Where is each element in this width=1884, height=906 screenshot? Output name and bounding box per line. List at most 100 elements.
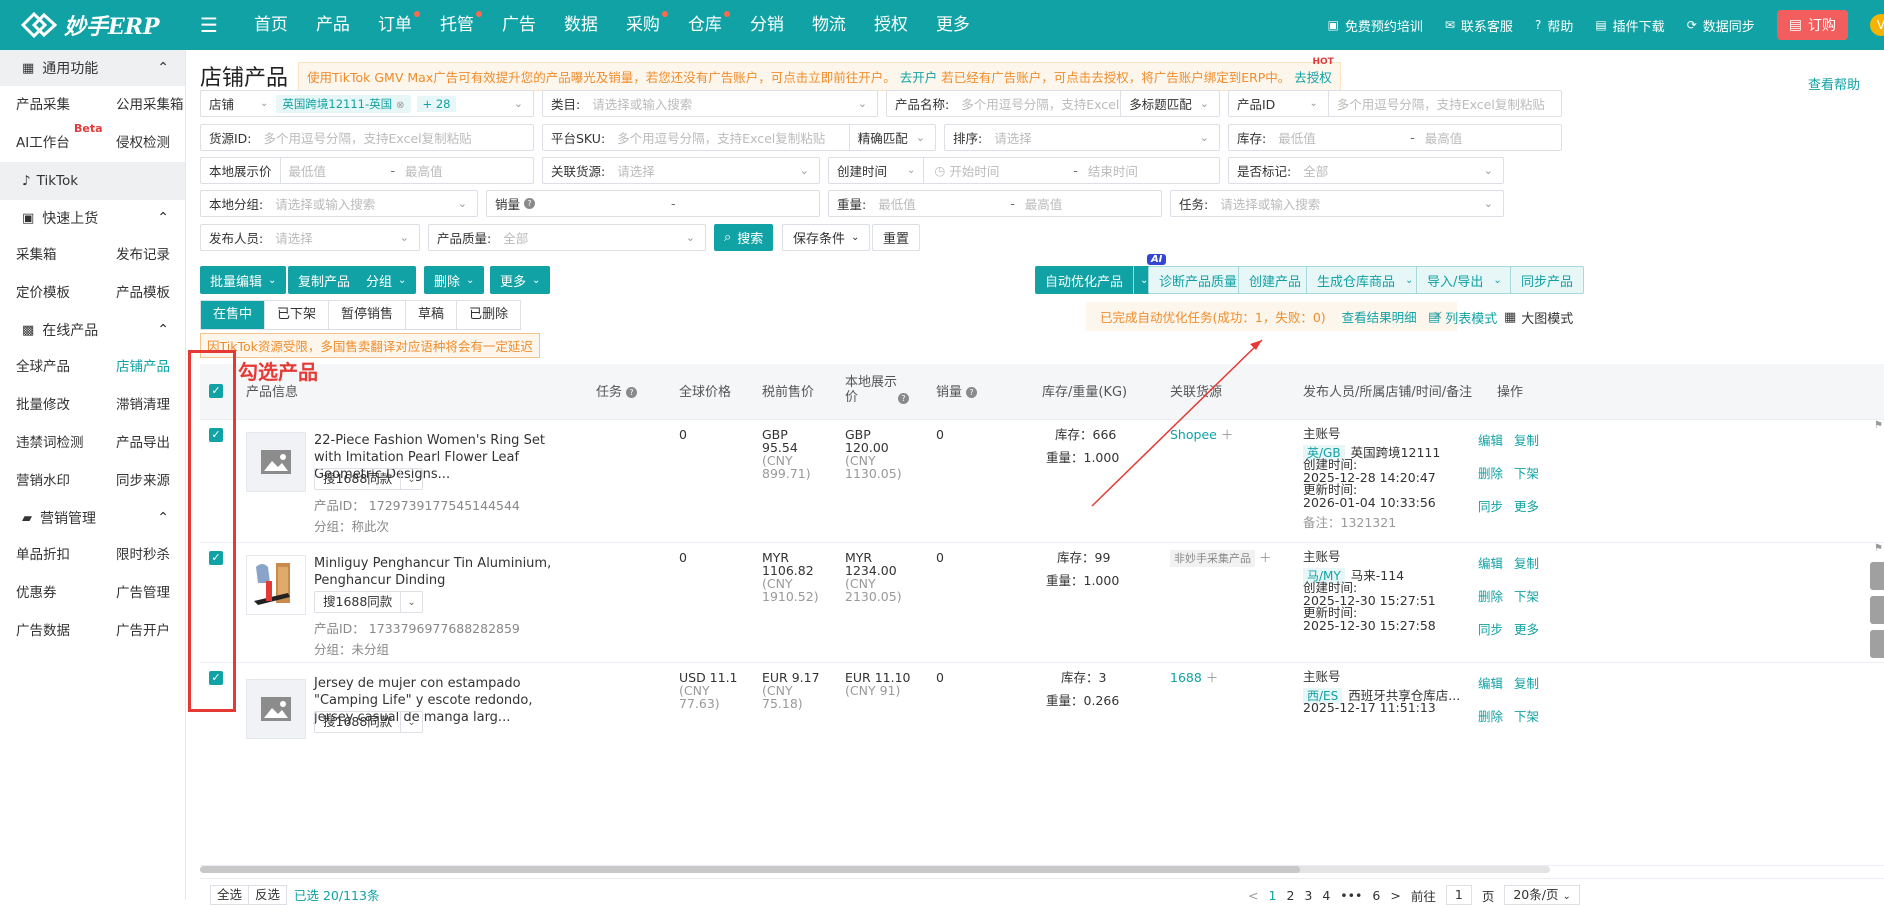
more-button[interactable]: 更多: [1514, 619, 1550, 638]
sidebar-item-ai[interactable]: AI工作台Beta: [16, 124, 116, 162]
nav-auth[interactable]: 授权: [860, 0, 922, 50]
reset-button[interactable]: 重置: [872, 224, 920, 251]
sidebar-item-infringement[interactable]: 侵权检测: [116, 124, 202, 162]
group-button[interactable]: 分组⌄: [356, 266, 416, 294]
open-account-link[interactable]: 去开户: [900, 70, 938, 85]
source-link[interactable]: Shopee ＋: [1170, 428, 1233, 441]
generate-warehouse-button[interactable]: 生成仓库商品⌄: [1306, 266, 1424, 294]
sales-filter[interactable]: 销量?-: [486, 190, 820, 217]
created-time-filter[interactable]: 创建时间⌄ ◷开始时间-结束时间: [828, 157, 1220, 184]
search-1688-button[interactable]: 搜1688同款⌄: [314, 591, 423, 613]
sidebar-section-online[interactable]: ▩在线产品 ⌃: [0, 312, 185, 348]
tab-draft[interactable]: 草稿: [406, 301, 457, 329]
sidebar-item-coupon[interactable]: 优惠券: [16, 574, 116, 612]
create-product-button[interactable]: 创建产品: [1238, 266, 1312, 294]
nav-logistics[interactable]: 物流: [798, 0, 860, 50]
exact-match-select[interactable]: 精确匹配: [850, 128, 916, 147]
nav-warehouse[interactable]: 仓库: [674, 0, 736, 50]
tab-deleted[interactable]: 已删除: [457, 301, 520, 329]
sidebar-item-batch-edit[interactable]: 批量修改: [16, 386, 116, 424]
shop-filter[interactable]: 店铺⌄ 英国跨境12111-英国⊗ + 28 ⌄: [200, 90, 534, 117]
training-link[interactable]: ▣免费预约培训: [1328, 16, 1423, 35]
side-tool-tab[interactable]: [1870, 562, 1884, 590]
sidebar-item-ad-data[interactable]: 广告数据: [16, 612, 116, 650]
sidebar-item-price-template[interactable]: 定价模板: [16, 274, 116, 312]
more-actions-button[interactable]: 更多⌄: [490, 266, 550, 294]
sidebar-item-watermark[interactable]: 营销水印: [16, 462, 116, 500]
menu-toggle-icon[interactable]: ☰: [200, 13, 218, 37]
match-mode-select[interactable]: 多标题匹配: [1121, 94, 1200, 113]
sync-button[interactable]: 同步: [1478, 496, 1514, 515]
platform-sku-filter[interactable]: 平台SKU:多个用逗号分隔，支持Excel复制粘贴 精确匹配⌄: [542, 124, 936, 151]
nav-hosting[interactable]: 托管: [426, 0, 488, 50]
close-icon[interactable]: ⊗: [396, 100, 404, 111]
page-jump-input[interactable]: 1: [1446, 885, 1472, 905]
add-icon[interactable]: ＋: [1206, 670, 1219, 685]
copy-button[interactable]: 复制: [1514, 673, 1550, 692]
copy-button[interactable]: 复制: [1514, 553, 1550, 572]
delete-button[interactable]: 删除: [1478, 463, 1514, 482]
sync-product-button[interactable]: 同步产品: [1510, 266, 1584, 294]
publisher-filter[interactable]: 发布人员:请选择⌄: [200, 224, 420, 251]
large-mode-toggle[interactable]: ▦大图模式: [1504, 308, 1573, 327]
sidebar-section-quick[interactable]: ▣快速上货 ⌃: [0, 200, 185, 236]
sidebar-item-global-products[interactable]: 全球产品: [16, 348, 116, 386]
page-size-select[interactable]: 20条/页 ⌄: [1504, 885, 1580, 905]
scrollbar-thumb[interactable]: [200, 866, 1300, 873]
copy-button[interactable]: 复制: [1514, 430, 1550, 449]
invert-selection-button[interactable]: 反选: [248, 885, 287, 905]
marked-filter[interactable]: 是否标记:全部⌄: [1228, 157, 1504, 184]
sidebar-platform-tiktok[interactable]: ♪TikTok: [0, 162, 185, 200]
search-1688-button[interactable]: 搜1688同款⌄: [314, 468, 423, 490]
tab-on-sale[interactable]: 在售中: [201, 301, 265, 329]
next-page-button[interactable]: >: [1390, 888, 1400, 903]
unlist-button[interactable]: 下架: [1514, 706, 1550, 725]
prev-page-button[interactable]: <: [1248, 888, 1258, 903]
source-link[interactable]: 1688 ＋: [1170, 671, 1218, 684]
search-button[interactable]: ⌕搜索: [714, 224, 773, 251]
page-4[interactable]: 4: [1322, 888, 1330, 903]
stock-range-filter[interactable]: 库存:最低值-最高值: [1228, 124, 1562, 151]
page-3[interactable]: 3: [1304, 888, 1312, 903]
view-help-link[interactable]: 查看帮助: [1808, 74, 1860, 93]
weight-filter[interactable]: 重量:最低值-最高值: [828, 190, 1162, 217]
unlist-button[interactable]: 下架: [1514, 463, 1550, 482]
task-filter[interactable]: 任务:请选择或输入搜索⌄: [1170, 190, 1504, 217]
source-id-filter[interactable]: 货源ID:多个用逗号分隔，支持Excel复制粘贴: [200, 124, 534, 151]
add-icon[interactable]: ＋: [1259, 550, 1272, 565]
service-link[interactable]: ✉联系客服: [1445, 16, 1513, 35]
sidebar-item-collect-box[interactable]: 采集箱: [16, 236, 116, 274]
side-tool-tab[interactable]: [1870, 630, 1884, 658]
sidebar-section-marketing[interactable]: ▰营销管理 ⌃: [0, 500, 185, 536]
sidebar-item-discount[interactable]: 单品折扣: [16, 536, 116, 574]
page-2[interactable]: 2: [1286, 888, 1294, 903]
nav-more[interactable]: 更多: [922, 0, 984, 50]
nav-product[interactable]: 产品: [302, 0, 364, 50]
nav-home[interactable]: 首页: [240, 0, 302, 50]
auto-optimize-button[interactable]: 自动优化产品⌄ AI: [1035, 266, 1158, 294]
sync-button[interactable]: 同步: [1478, 619, 1514, 638]
view-results-link[interactable]: 查看结果明细: [1342, 307, 1417, 326]
nav-order[interactable]: 订单: [364, 0, 426, 50]
edit-button[interactable]: 编辑: [1478, 430, 1514, 449]
import-export-button[interactable]: 导入/导出⌄: [1416, 266, 1513, 294]
logo[interactable]: 妙手ERP: [0, 9, 230, 41]
tab-paused[interactable]: 暂停销售: [329, 301, 406, 329]
edit-button[interactable]: 编辑: [1478, 673, 1514, 692]
delete-button[interactable]: 删除: [1478, 706, 1514, 725]
horizontal-scrollbar[interactable]: [200, 866, 1550, 873]
sidebar-item-product-template[interactable]: 产品模板: [116, 274, 202, 312]
product-name-filter[interactable]: 产品名称:多个用逗号分隔，支持Excel复制粘 多标题匹配⌄: [886, 90, 1220, 117]
delete-button[interactable]: 删除⌄: [424, 266, 484, 294]
page-ellipsis[interactable]: •••: [1340, 888, 1362, 903]
linked-source-filter[interactable]: 关联货源:请选择⌄: [542, 157, 820, 184]
diagnose-quality-button[interactable]: 诊断产品质量: [1148, 266, 1248, 294]
category-filter[interactable]: 类目:请选择或输入搜索⌄: [542, 90, 878, 117]
copy-product-button[interactable]: 复制产品: [288, 266, 360, 294]
unlist-button[interactable]: 下架: [1514, 586, 1550, 605]
sidebar-section-common[interactable]: ▦通用功能 ⌃: [0, 50, 185, 86]
authorize-link[interactable]: 去授权: [1294, 70, 1332, 85]
product-id-filter[interactable]: 产品ID⌄多个用逗号分隔，支持Excel复制粘贴: [1228, 90, 1562, 117]
select-all-button[interactable]: 全选: [210, 885, 249, 905]
tab-delisted[interactable]: 已下架: [265, 301, 329, 329]
